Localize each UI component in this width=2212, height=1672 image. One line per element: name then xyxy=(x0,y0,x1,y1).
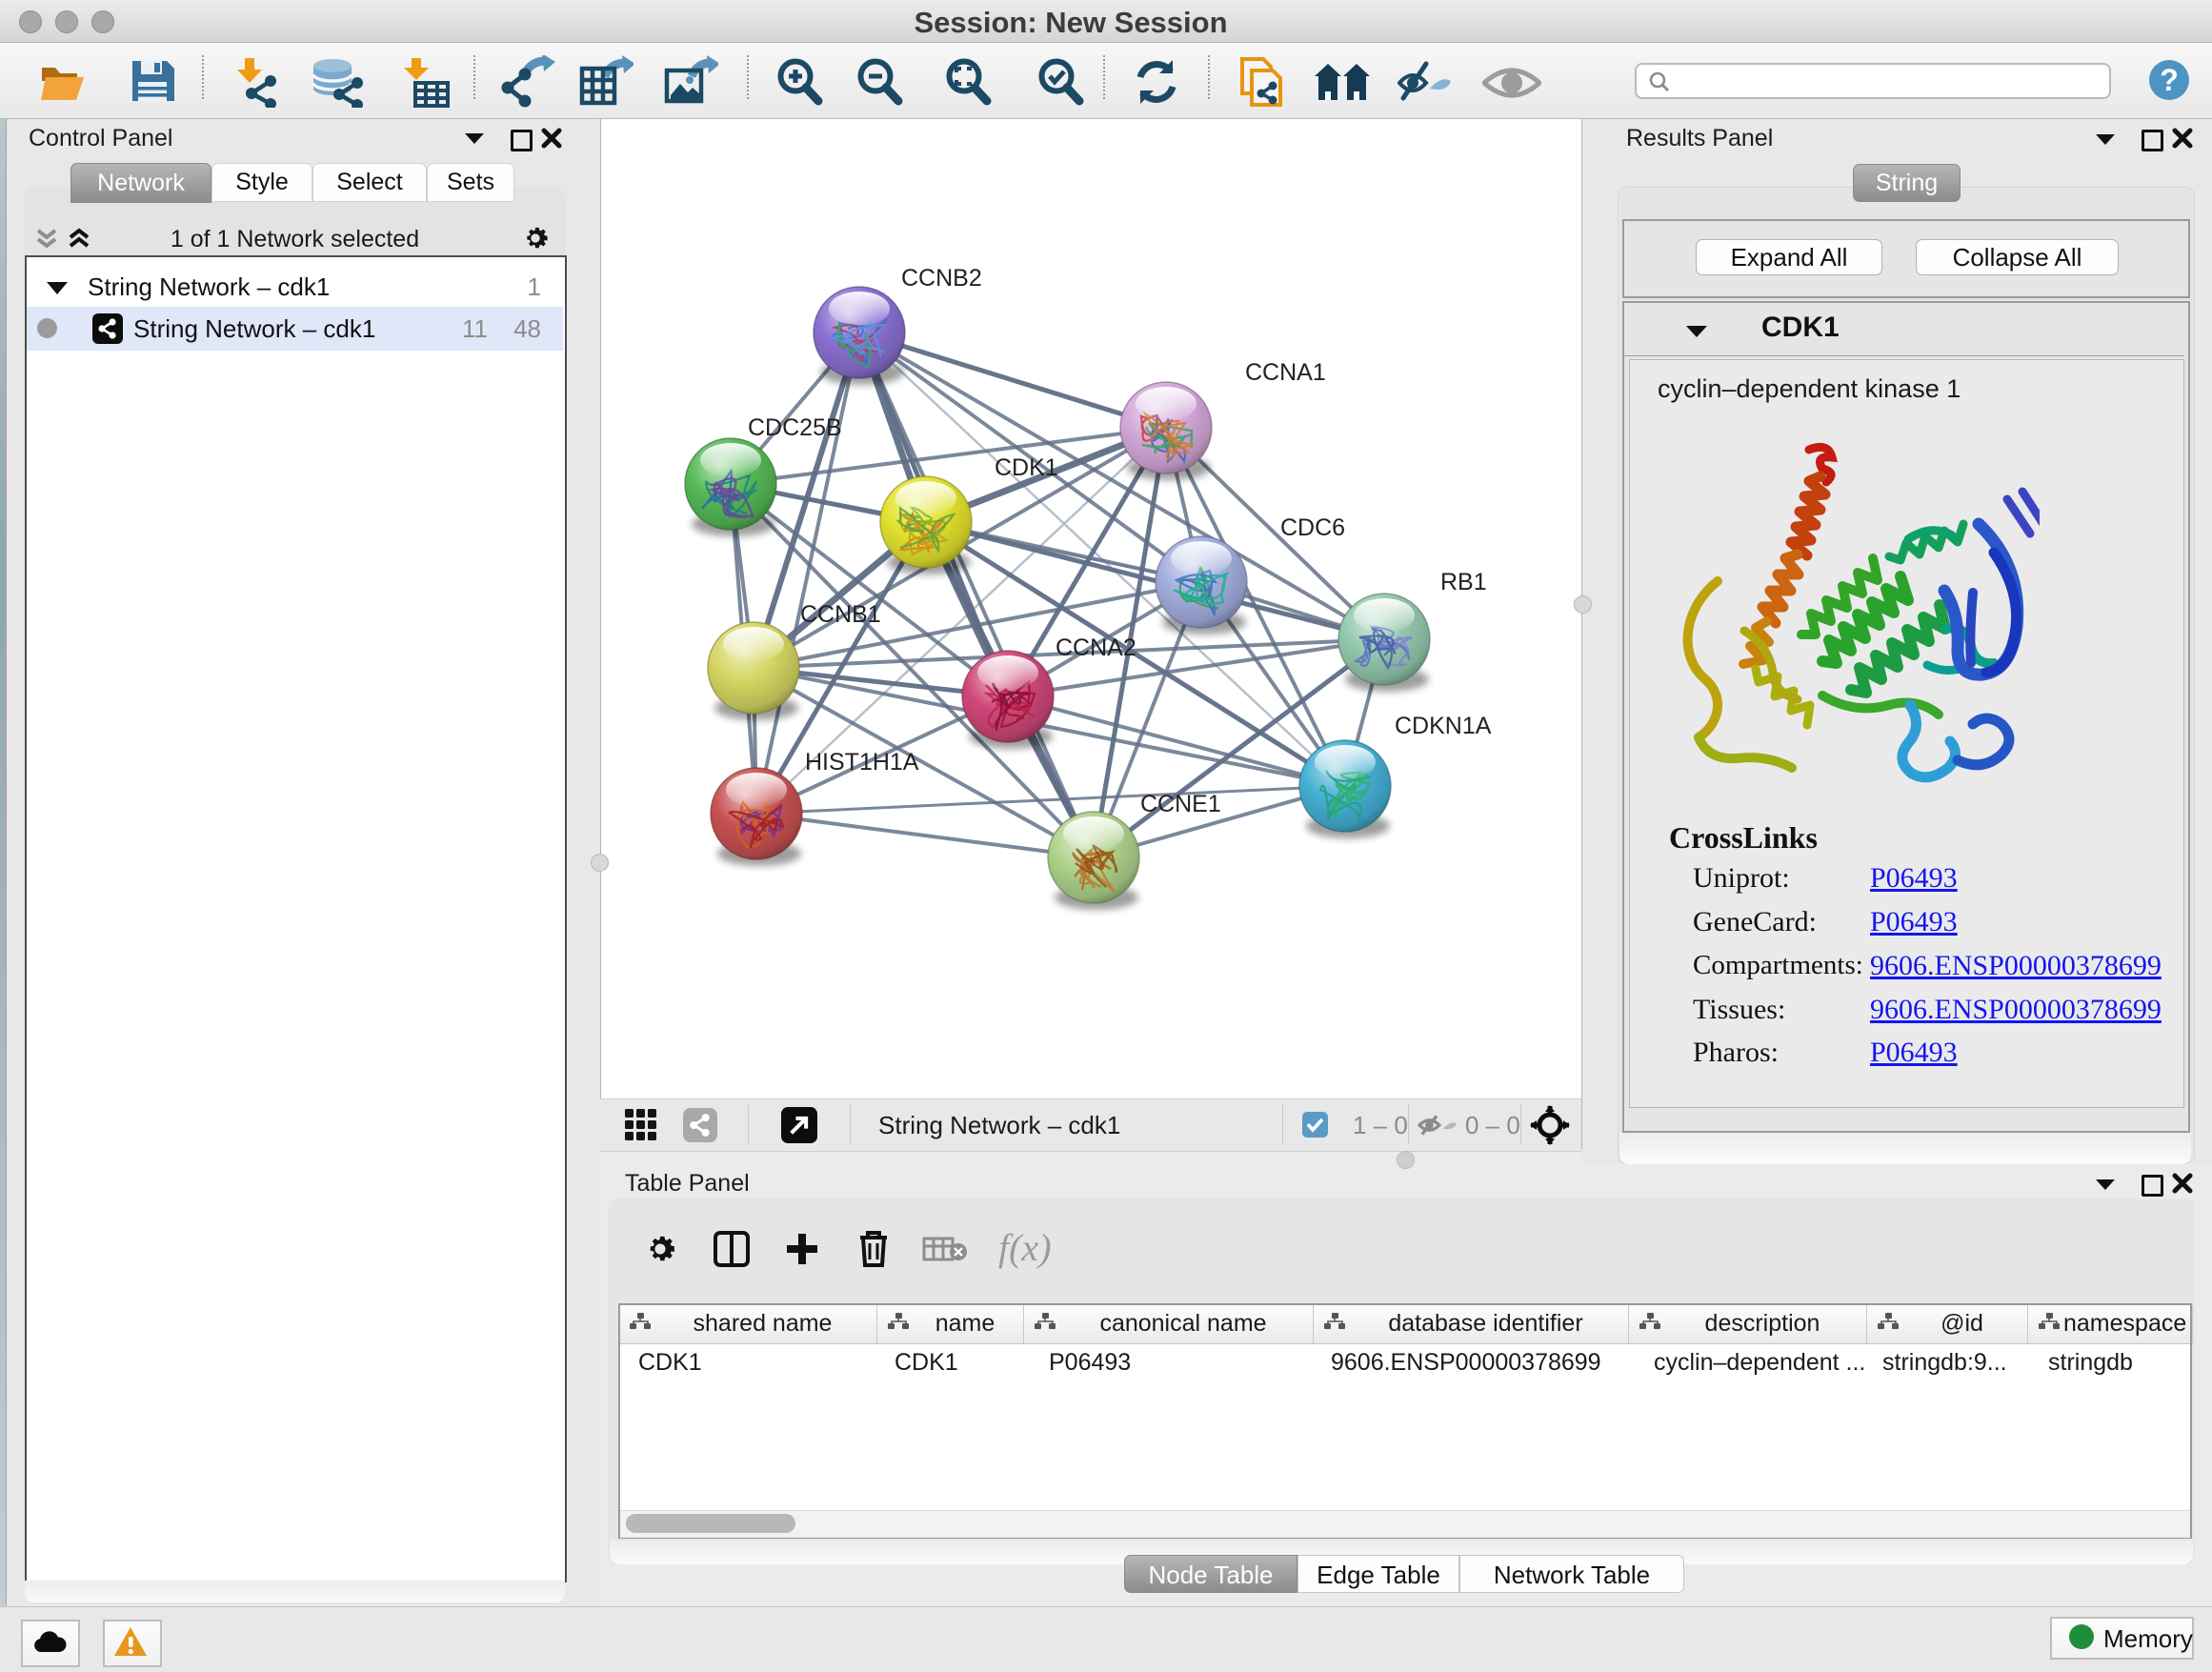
svg-text:RB1: RB1 xyxy=(1440,569,1487,595)
svg-text:HIST1H1A: HIST1H1A xyxy=(805,749,919,776)
svg-text:CDC25B: CDC25B xyxy=(748,414,842,441)
svg-text:CDK1: CDK1 xyxy=(995,454,1058,481)
svg-text:CCNA1: CCNA1 xyxy=(1245,359,1326,386)
svg-text:CCNE1: CCNE1 xyxy=(1140,791,1221,817)
svg-text:CCNB2: CCNB2 xyxy=(901,265,982,292)
svg-text:CCNA2: CCNA2 xyxy=(1056,635,1136,661)
svg-text:CDC6: CDC6 xyxy=(1280,514,1345,541)
svg-text:CDKN1A: CDKN1A xyxy=(1395,713,1492,739)
svg-text:CCNB1: CCNB1 xyxy=(800,601,881,628)
